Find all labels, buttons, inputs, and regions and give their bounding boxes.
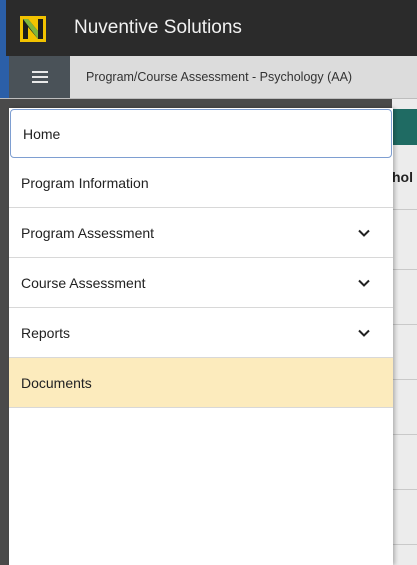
chevron-down-icon[interactable] <box>357 326 371 340</box>
left-accent-strip <box>0 56 9 98</box>
hamburger-menu-icon <box>31 71 48 83</box>
nav-item-label: Program Information <box>21 174 149 191</box>
top-app-bar: Nuventive Solutions <box>0 0 417 56</box>
background-divider <box>392 324 417 325</box>
nav-item-home[interactable]: Home <box>10 109 392 158</box>
nav-item-label: Program Assessment <box>21 224 155 241</box>
app-window: Nuventive Solutions Program/Course Asses… <box>0 0 417 565</box>
background-divider <box>392 434 417 435</box>
nav-item-program-information[interactable]: Program Information <box>9 158 393 208</box>
navigation-drawer: Home Program Information Program Assessm… <box>9 108 393 565</box>
background-divider <box>392 379 417 380</box>
nav-item-label: Home <box>23 125 61 142</box>
nav-item-label: Course Assessment <box>21 274 146 291</box>
nav-item-program-assessment[interactable]: Program Assessment <box>9 208 393 258</box>
nuventive-logo <box>20 16 46 42</box>
background-heading-partial: hol <box>392 169 413 185</box>
background-divider <box>392 489 417 490</box>
nav-item-documents[interactable]: Documents <box>9 358 393 408</box>
chevron-down-icon[interactable] <box>357 226 371 240</box>
app-title: Nuventive Solutions <box>74 17 242 38</box>
context-bar: Program/Course Assessment - Psychology (… <box>0 56 417 99</box>
background-divider <box>392 544 417 545</box>
chevron-down-icon[interactable] <box>357 276 371 290</box>
nav-item-label: Reports <box>21 324 71 341</box>
background-divider <box>392 269 417 270</box>
nav-item-course-assessment[interactable]: Course Assessment <box>9 258 393 308</box>
background-divider <box>392 209 417 210</box>
context-title: Program/Course Assessment - Psychology (… <box>86 70 353 84</box>
nav-item-label: Documents <box>21 374 92 391</box>
top-bar-accent <box>0 0 6 56</box>
background-page: hol <box>392 99 417 565</box>
nav-item-reports[interactable]: Reports <box>9 308 393 358</box>
hamburger-menu-button[interactable] <box>9 56 70 98</box>
background-header-band <box>392 109 417 145</box>
